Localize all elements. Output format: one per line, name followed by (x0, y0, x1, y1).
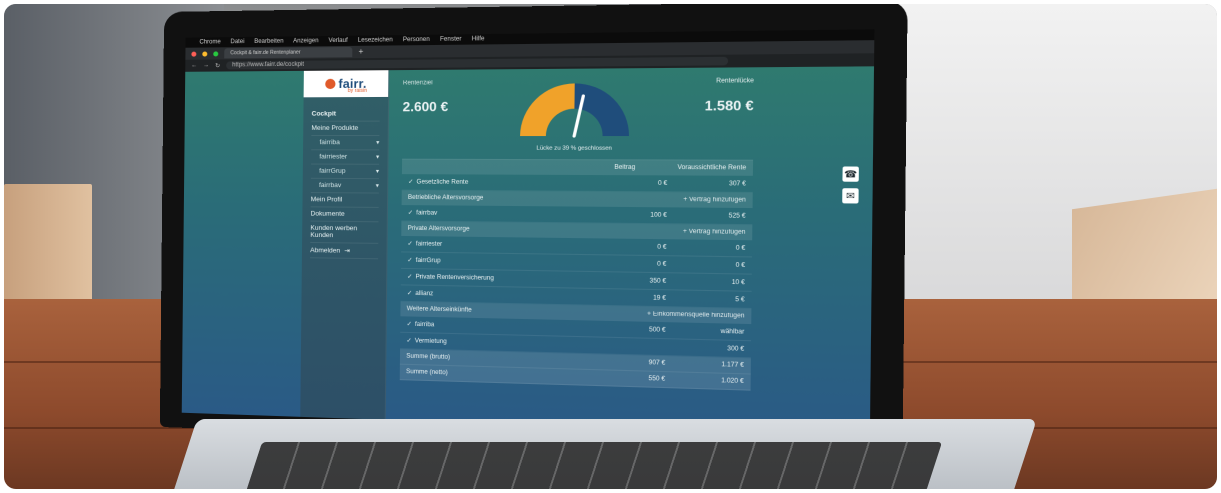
window-zoom-dot[interactable] (213, 50, 219, 56)
back-icon[interactable]: ← (191, 63, 197, 69)
row-beitrag: 0 € (657, 180, 668, 187)
sidebar-subitem[interactable]: fairrbav ▾ (310, 178, 379, 194)
row-beitrag (588, 345, 665, 347)
row-beitrag: 0 € (657, 243, 667, 251)
new-tab-icon[interactable]: + (358, 47, 363, 57)
row-beitrag: 100 € (650, 211, 667, 219)
forward-icon[interactable]: → (203, 63, 209, 69)
row-name[interactable]: fairriester (407, 240, 589, 250)
row-rente: 525 € (728, 212, 746, 220)
menubar-item: Bearbeiten (254, 38, 284, 45)
laptop-screen: Chrome Datei Bearbeiten Anzeigen Verlauf… (181, 29, 875, 437)
row-name[interactable]: Vermietung (406, 337, 588, 349)
table-header-cell: Voraussichtliche Rente (677, 164, 747, 172)
menubar-item: Hilfe (471, 36, 485, 43)
sum-label: Summe (netto) (406, 368, 448, 377)
browser-tab[interactable]: Cockpit & fairr.de Rentenplaner (224, 46, 353, 59)
sidebar-subitem-label: fairrGrup (319, 167, 346, 175)
right-action-buttons: ☎ ✉ (842, 166, 859, 204)
kpi-value: 1.580 € (704, 97, 754, 114)
row-name[interactable]: allianz (407, 290, 589, 301)
chevron-down-icon: ▾ (375, 168, 380, 176)
sidebar-item-logout[interactable]: Abmelden ⇥ (310, 242, 379, 260)
table-header-cell: Beitrag (614, 164, 636, 172)
sidebar-subitem[interactable]: fairrGrup ▾ (310, 164, 380, 180)
row-rente: 0 € (735, 244, 746, 252)
pension-table: Beitrag Voraussichtliche Rente Gesetzlic… (399, 158, 754, 391)
row-rente: 5 € (735, 296, 745, 303)
sum-rente: 1.177 € (721, 361, 745, 369)
chevron-down-icon: ▾ (376, 140, 380, 147)
row-rente: 10 € (731, 279, 745, 286)
kpi-rentenluecke: Rentenlücke 1.580 € (619, 78, 754, 114)
row-name[interactable]: Private Rentenversicherung (407, 273, 589, 283)
app-content: fairr. by raisin Cockpit Meine Produkte … (181, 66, 875, 437)
section-title: Betriebliche Altersvorsorge (407, 194, 484, 202)
menubar-item: Personen (402, 36, 430, 44)
photo-frame: Chrome Datei Bearbeiten Anzeigen Verlauf… (4, 4, 1217, 489)
phone-icon[interactable]: ☎ (842, 166, 859, 182)
sidebar-item-meine-produkte[interactable]: Meine Produkte (311, 121, 380, 137)
window-minimize-dot[interactable] (202, 51, 208, 57)
row-rente: 307 € (728, 180, 747, 188)
row-beitrag: 19 € (652, 294, 667, 302)
sidebar-item-dokumente[interactable]: Dokumente (310, 207, 379, 223)
menubar-item: Verlauf (328, 37, 348, 45)
menubar-item: Chrome (199, 39, 221, 46)
sidebar: fairr. by raisin Cockpit Meine Produkte … (300, 70, 390, 420)
chevron-down-icon: ▾ (375, 183, 379, 190)
add-contract-link[interactable]: + Vertrag hinzufügen (683, 197, 746, 204)
keyboard (245, 442, 943, 489)
logo[interactable]: fairr. by raisin (303, 70, 389, 98)
logout-label: Abmelden (310, 246, 341, 255)
add-contract-link[interactable]: + Vertrag hinzufügen (683, 229, 746, 236)
gauge-caption: Lücke zu 39 % geschlossen (536, 145, 612, 152)
logo-icon (325, 78, 336, 90)
row-rente: 300 € (727, 345, 745, 353)
row-rente[interactable]: wählbar (666, 327, 745, 335)
sum-beitrag: 550 € (648, 375, 666, 383)
sidebar-item-profil[interactable]: Mein Profil (310, 193, 379, 208)
row-name[interactable]: fairriba (407, 321, 589, 332)
row-name[interactable]: Gesetzliche Rente (408, 178, 590, 186)
row-name[interactable]: fairrbav (408, 209, 590, 218)
sum-label: Summe (brutto) (406, 353, 451, 361)
sidebar-subitem-label: fairriba (319, 139, 340, 147)
row-beitrag: 350 € (649, 277, 667, 285)
row-name[interactable]: fairrGrup (407, 257, 589, 267)
sum-rente: 1.020 € (721, 377, 744, 386)
logout-icon: ⇥ (344, 247, 350, 255)
laptop: Chrome Datei Bearbeiten Anzeigen Verlauf… (159, 4, 908, 455)
logo-subtext: by raisin (347, 87, 368, 95)
main-panel: Rentenziel 2.600 € Lücke zu 39 % geschlo… (385, 67, 770, 433)
sidebar-subitem[interactable]: fairriester ▾ (311, 150, 380, 165)
menubar-item: Anzeigen (293, 38, 319, 45)
kpi-row: Rentenziel 2.600 € Lücke zu 39 % geschlo… (402, 78, 754, 153)
sum-beitrag: 907 € (648, 359, 666, 367)
mail-icon[interactable]: ✉ (842, 188, 859, 204)
add-income-link[interactable]: + Einkommensquelle hinzufügen (647, 311, 745, 319)
kpi-label: Rentenlücke (716, 78, 754, 85)
menubar-item: Lesezeichen (357, 37, 393, 44)
window-close-dot[interactable] (191, 51, 197, 57)
sidebar-nav: Cockpit Meine Produkte fairriba ▾ fairri… (302, 97, 388, 270)
row-rente: 0 € (735, 262, 746, 269)
section-title: Private Altersvorsorge (407, 225, 470, 233)
sidebar-subitem[interactable]: fairriba ▾ (311, 136, 380, 151)
sidebar-item-kunden-werben-kunden[interactable]: Kunden werben Kunden (310, 221, 379, 244)
row-beitrag: 500 € (648, 326, 666, 334)
sidebar-item-cockpit[interactable]: Cockpit (311, 107, 380, 122)
row-beitrag: 0 € (657, 260, 667, 268)
menubar-item: Fenster (439, 36, 462, 43)
reload-icon[interactable]: ↻ (215, 62, 220, 69)
sidebar-subitem-label: fairriester (319, 153, 348, 161)
sidebar-subitem-label: fairrbav (318, 181, 342, 190)
menubar-item: Datei (230, 39, 245, 46)
chevron-down-icon: ▾ (375, 154, 380, 161)
section-title: Weitere Alterseinkünfte (406, 306, 472, 314)
table-header: Beitrag Voraussichtliche Rente (401, 159, 754, 176)
